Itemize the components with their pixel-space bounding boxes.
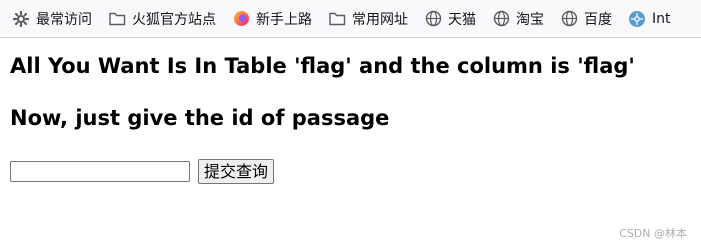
folder-icon [328,10,346,28]
globe-icon [492,10,510,28]
bookmark-label: Int [652,10,671,27]
globe-icon [424,10,442,28]
gear-icon [12,10,30,28]
query-form: 提交查询 [10,159,275,184]
bookmark-firefox-official[interactable]: 火狐官方站点 [104,5,220,33]
firefox-icon [232,10,250,28]
csdn-watermark: CSDN @林本 [619,227,687,240]
bookmark-label: 火狐官方站点 [132,11,216,28]
folder-icon [108,10,126,28]
page-heading-table-hint: All You Want Is In Table 'flag' and the … [10,54,635,78]
bookmark-label: 常用网址 [352,11,408,28]
bookmark-baidu[interactable]: 百度 [556,5,616,33]
bookmark-int[interactable]: Int [624,5,675,33]
bookmark-label: 淘宝 [516,11,544,28]
bookmark-label: 天猫 [448,11,476,28]
bookmark-common-sites[interactable]: 常用网址 [324,5,412,33]
bookmark-taobao[interactable]: 淘宝 [488,5,548,33]
extension-icon [628,10,646,28]
globe-icon [560,10,578,28]
bookmark-label: 最常访问 [36,11,92,28]
bookmark-most-visited[interactable]: 最常访问 [8,5,96,33]
bookmark-getting-started[interactable]: 新手上路 [228,5,316,33]
bookmarks-toolbar: 最常访问 火狐官方站点 新手上路 常用网址 天猫 淘宝 百度 Int [0,0,701,38]
bookmark-label: 百度 [584,11,612,28]
page-heading-instruction: Now, just give the id of passage [10,106,390,130]
bookmark-label: 新手上路 [256,11,312,28]
submit-query-button[interactable]: 提交查询 [198,159,275,184]
id-input[interactable] [10,161,190,182]
bookmark-tmall[interactable]: 天猫 [420,5,480,33]
